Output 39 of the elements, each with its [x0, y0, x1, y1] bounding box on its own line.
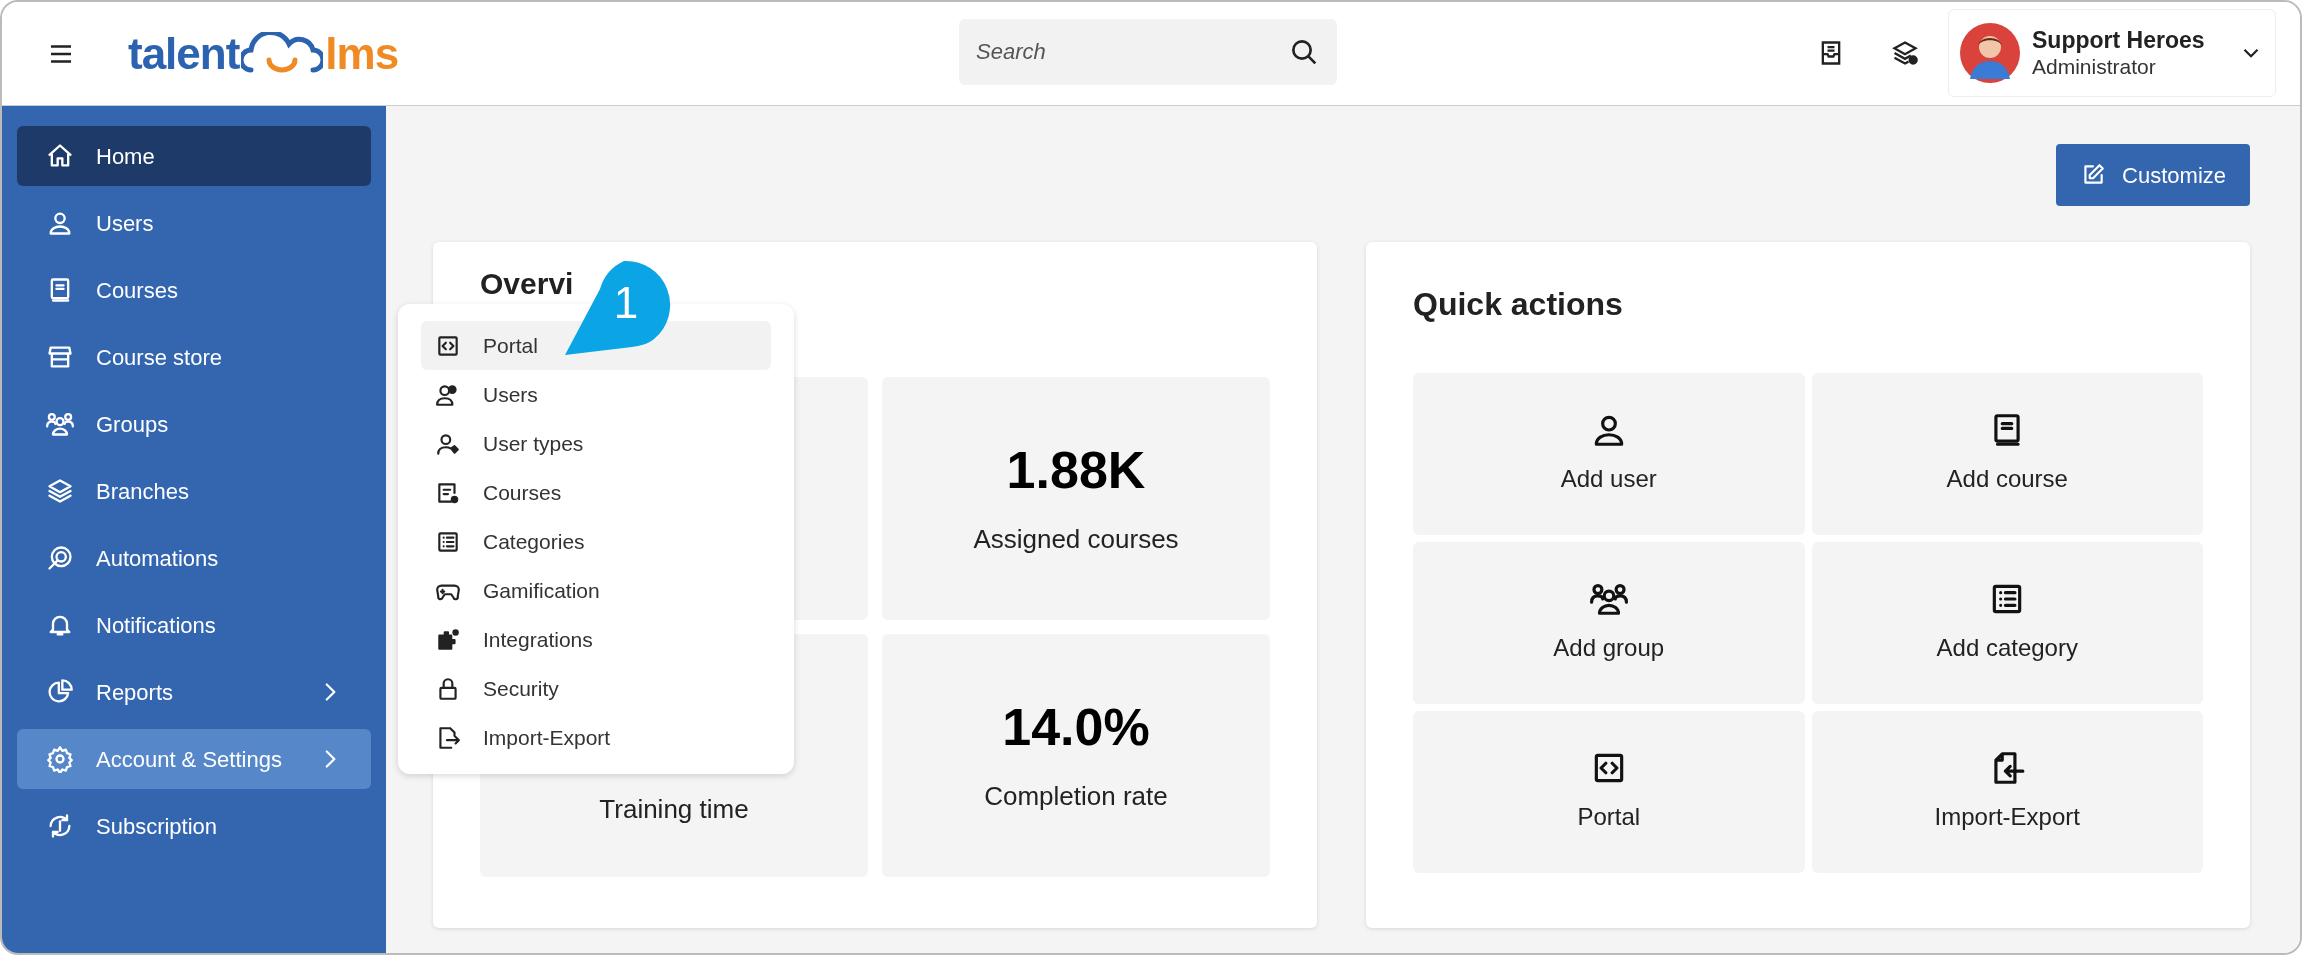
logo-text: talent [128, 27, 240, 80]
sidebar-item[interactable]: Account & Settings [17, 729, 371, 789]
customize-button[interactable]: Customize [2056, 144, 2250, 206]
group-icon [46, 410, 74, 438]
user-role: Administrator [2032, 54, 2157, 81]
stat-label: Training time [599, 793, 749, 826]
card-title: Quick actions [1413, 285, 1624, 324]
search-field[interactable]: Search [959, 19, 1337, 85]
avatar [1960, 23, 2020, 83]
profile-menu[interactable]: Support Heroes Administrator [1948, 9, 2276, 97]
stat-value: 14.0% [1002, 697, 1150, 758]
sidebar-item[interactable]: Reports [17, 662, 371, 722]
sidebar-item[interactable]: Courses [17, 260, 371, 320]
quick-action-tile[interactable]: Add course [1811, 373, 2203, 535]
sidebar-item[interactable]: Automations [17, 528, 371, 588]
home-icon [46, 142, 74, 170]
target-icon [46, 544, 74, 572]
sidebar-item[interactable]: Home [17, 126, 371, 186]
quick-action-tile[interactable]: Add user [1413, 373, 1805, 535]
puzzle-icon [435, 626, 461, 653]
sidebar-item[interactable]: Subscription [17, 796, 371, 856]
quick-action-tile[interactable]: Portal [1413, 711, 1805, 873]
stat-label: Completion rate [984, 780, 1168, 813]
quick-action-tile[interactable]: Add category [1811, 542, 2203, 704]
logo-text: lms [325, 27, 399, 80]
sidebar-item[interactable]: Course store [17, 327, 371, 387]
sidebar-item[interactable]: Branches [17, 461, 371, 521]
layers-icon[interactable] [1891, 39, 1919, 67]
sidebar-item[interactable]: Groups [17, 394, 371, 454]
stat-value: 1.88K [1006, 440, 1146, 501]
quick-action-tile[interactable]: Add group [1413, 542, 1805, 704]
settings-icon [46, 745, 74, 773]
card-title: Overvi [480, 266, 574, 302]
stat-label: Assigned courses [973, 523, 1179, 556]
sidebar-item[interactable]: Users [17, 193, 371, 253]
layers-icon [46, 477, 74, 505]
quick-action-tile[interactable]: Import-Export [1811, 711, 2203, 873]
user-name: Support Heroes [2032, 25, 2205, 55]
sidebar-item[interactable]: Notifications [17, 595, 371, 655]
